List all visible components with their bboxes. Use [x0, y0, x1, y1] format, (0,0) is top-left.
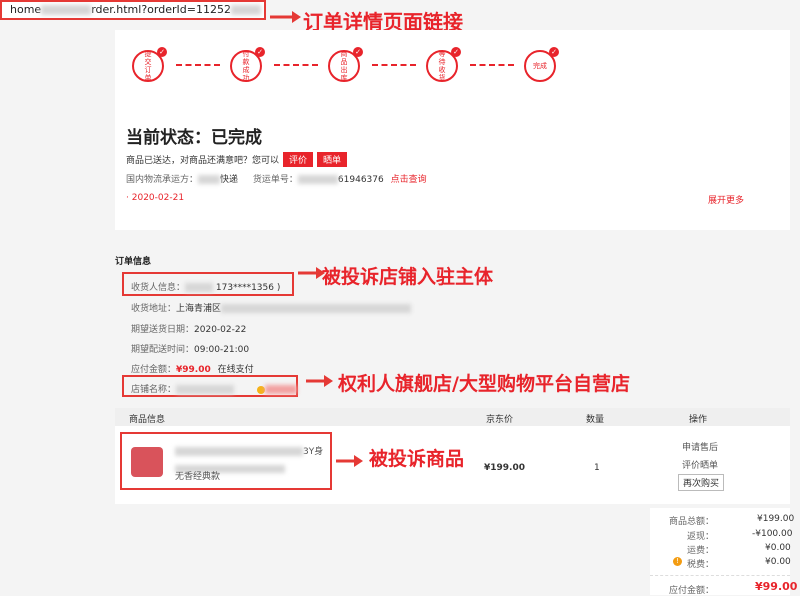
status-title: 当前状态：已完成: [126, 128, 262, 148]
step-connector: [470, 64, 514, 66]
address-label: 收货地址：: [131, 304, 177, 314]
step-connector: [372, 64, 416, 66]
url-bar[interactable]: home rder.html?orderId=11252: [0, 0, 266, 20]
step-label: 付款成功: [242, 50, 250, 82]
carrier-redaction: [198, 175, 221, 184]
product-name: 3Y身: [303, 447, 324, 457]
product-price: ¥199.00: [484, 463, 525, 473]
delivery-time: 09:00-21:00: [194, 345, 250, 355]
product-name-row[interactable]: 3Y身: [175, 444, 323, 457]
status-date-row: · 2020-02-21: [126, 193, 184, 203]
summary-label: 商品总额：: [669, 517, 715, 527]
summary-value: -¥100.00: [752, 529, 793, 539]
step-label: 提交订单: [144, 50, 152, 82]
review-share-link[interactable]: 评价晒单: [682, 458, 718, 471]
rebuy-button[interactable]: 再次购买: [678, 474, 725, 491]
delivery-time-label: 期望配送时间：: [131, 345, 195, 355]
check-icon: ✓: [451, 47, 461, 57]
annotation-store-name: 权利人旗舰店/大型购物平台自营店: [338, 373, 630, 395]
review-button[interactable]: 评价: [283, 152, 314, 167]
delivery-date-row: 期望送货日期：2020-02-22: [131, 322, 246, 335]
carrier: 快递: [220, 175, 239, 185]
receiver-phone: 173****1356 ): [215, 283, 281, 293]
summary-value: ¥199.00: [757, 514, 795, 524]
pay-method: 在线支付: [217, 365, 254, 375]
header-action: 操作: [689, 415, 708, 425]
product-qty: 1: [594, 463, 600, 473]
receiver-row: 收货人信息： 173****1356 ): [131, 280, 280, 293]
url-text: rder.html?orderId=11252: [91, 3, 231, 16]
step-done: 完成 ✓: [524, 47, 559, 82]
share-button[interactable]: 晒单: [317, 152, 348, 167]
step-shipped: 商品出库 ✓: [328, 47, 363, 82]
order-info-title: 订单信息: [115, 257, 152, 267]
summary-value: ¥0.00: [765, 543, 791, 553]
store-label: 店铺名称：: [131, 385, 177, 395]
address-row: 收货地址：上海青浦区: [131, 301, 412, 314]
tracking-redaction: [297, 175, 338, 184]
step-label: 商品出库: [340, 50, 348, 82]
arrow-icon: [270, 11, 301, 23]
expand-more-link[interactable]: 展开更多: [708, 193, 744, 206]
logistics-label: 国内物流承运方：: [126, 175, 199, 185]
summary-label: 返现：: [687, 532, 715, 542]
after-sale-link[interactable]: 申请售后: [682, 440, 718, 453]
store-redaction: [176, 385, 235, 394]
store-row: 店铺名称：: [131, 382, 297, 395]
step-submit: 提交订单 ✓: [132, 47, 167, 82]
payable-row: 应付金额：¥99.00 在线支付: [131, 362, 254, 375]
arrow-icon: [336, 455, 363, 467]
check-icon: ✓: [353, 47, 363, 57]
check-icon: ✓: [157, 47, 167, 57]
summary-label: 运费：: [687, 546, 715, 556]
step-awaiting: 等待收货 ✓: [426, 47, 461, 82]
payable-label: 应付金额：: [131, 365, 177, 375]
delivery-date: 2020-02-22: [194, 325, 247, 335]
delivery-date-label: 期望送货日期：: [131, 325, 195, 335]
status-date: 2020-02-21: [131, 193, 185, 203]
status-prompt-row: 商品已送达，对商品还满意吧？您可以 评价 晒单: [126, 152, 348, 167]
url-prefix: home: [10, 3, 42, 16]
summary-payable-value: ¥99.00: [755, 580, 798, 593]
header-product: 商品信息: [129, 415, 166, 425]
tracking-label: 货运单号：: [252, 175, 298, 185]
status-prompt: 商品已送达，对商品还满意吧？您可以: [126, 156, 280, 166]
header-price: 京东价: [486, 415, 514, 425]
summary-divider: [650, 575, 790, 576]
payable-amount: ¥99.00: [176, 365, 211, 375]
address-redaction: [221, 304, 412, 313]
receiver-label: 收货人信息：: [131, 283, 186, 293]
check-icon: ✓: [549, 47, 559, 57]
product-name-redaction: [175, 447, 303, 456]
store-chat-icon[interactable]: [256, 385, 265, 394]
receiver-redaction: [185, 283, 214, 292]
step-label: 等待收货: [438, 50, 446, 82]
summary-payable-label: 应付金额：: [669, 586, 715, 596]
step-connector: [176, 64, 220, 66]
query-link[interactable]: 点击查询: [391, 175, 427, 185]
delivery-time-row: 期望配送时间：09:00-21:00: [131, 342, 249, 355]
summary-label: 税费：: [687, 560, 715, 570]
step-paid: 付款成功 ✓: [230, 47, 265, 82]
address: 上海青浦区: [176, 304, 222, 314]
annotation-store-owner: 被投诉店铺入驻主体: [322, 266, 494, 288]
url-redaction-2: [230, 5, 261, 15]
url-redaction: [41, 5, 92, 15]
store-badge-redaction: [264, 385, 297, 394]
arrow-icon: [306, 375, 333, 387]
product-note: 无香经典款: [175, 472, 221, 482]
step-label: 完成: [533, 62, 547, 70]
info-icon[interactable]: !: [673, 557, 682, 566]
product-thumbnail[interactable]: [131, 447, 163, 477]
tracking-number: 61946376: [337, 175, 384, 185]
header-qty: 数量: [586, 415, 605, 425]
summary-value: ¥0.00: [765, 557, 791, 567]
date-bullet: ·: [126, 193, 129, 203]
logistics-row: 国内物流承运方： 快递 货运单号： 61946376 点击查询: [126, 172, 427, 185]
annotation-product: 被投诉商品: [369, 448, 465, 470]
check-icon: ✓: [255, 47, 265, 57]
step-connector: [274, 64, 318, 66]
